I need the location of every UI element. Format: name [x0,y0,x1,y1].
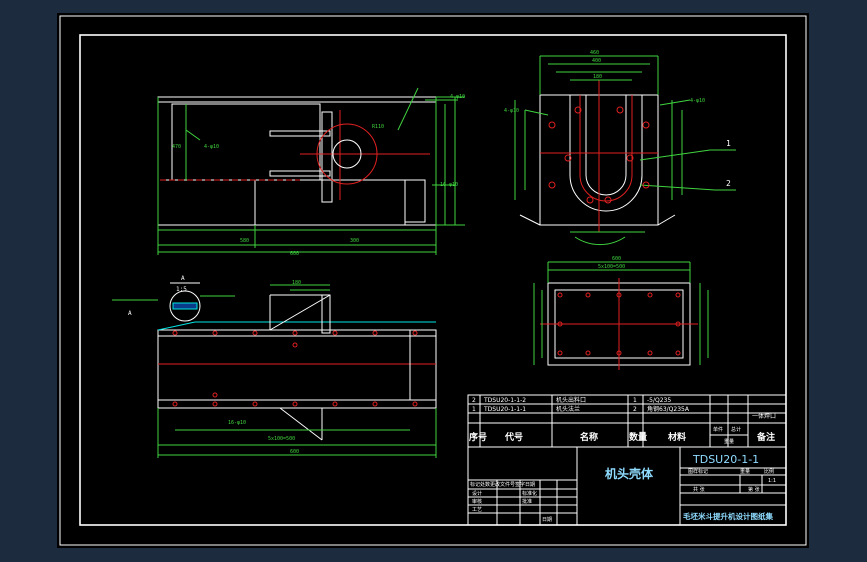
bottom-dim-total: 600 [290,449,299,455]
part-2-qty: 1 [633,397,637,404]
leader-1: 1 [726,139,731,148]
front-hole-note: 4-φ10 [204,144,219,150]
part-1-code: TDSU20-1-1-1 [483,406,526,413]
part-1-note: 一体焊口 [752,412,776,420]
scale-value: 1:1 [768,478,776,484]
front-dim-total: 600 [290,251,299,257]
header-weight: 重量 [724,438,734,445]
std-label: 标准化 [522,490,537,497]
front-hole-note-2: 16-φ10 [440,182,458,188]
drawing-name: 机头壳体 [605,466,654,481]
part-1-qty: 2 [633,406,637,413]
front-dim-300: 300 [350,238,359,244]
company-name: 毛坯米斗提升机设计图纸集 [683,511,773,521]
weld-mark: A [128,310,132,317]
part-1-material: 角钢63/Q235A [647,405,690,413]
sheet-no: 第 张 [748,486,760,493]
header-unit-weight: 单件 [713,426,723,433]
approve-label: 批准 [522,498,532,505]
front-dim-r: R110 [372,124,384,130]
part-2-code: TDSU20-1-1-2 [483,397,526,404]
rev-labels: 标记处数更改文件号签字日期 [470,481,535,488]
header-material: 材料 [667,431,686,443]
plan-dim-len: 5x100=500 [598,264,625,270]
side-dim-400: 400 [592,58,601,64]
header-qty: 数量 [629,431,647,443]
bottom-hole-note: 16-φ10 [228,420,246,426]
leader-2: 2 [726,179,731,188]
scale-label: 比例 [764,468,774,475]
bottom-dim-180: 180 [292,280,301,286]
sheet-label: 共 张 [693,486,705,493]
part-2-name: 机头出料口 [556,396,586,404]
part-1-no: 1 [472,406,476,413]
front-dim-inner: 580 [240,238,249,244]
date-label: 日期 [542,517,552,523]
header-name: 名称 [580,431,598,443]
front-dim-470: 470 [172,144,181,150]
bottom-dim-520: 5x100=500 [268,436,295,442]
check-label: 审核 [472,498,482,505]
side-hole-note-2: 4-φ10 [690,98,705,104]
front-weld: 4-φ10 [450,94,465,100]
process-label: 工艺 [472,507,482,513]
side-dim-460: 460 [590,50,599,56]
header-total-weight: 总计 [731,426,741,433]
part-2-material: -5/Q235 [647,397,671,404]
part-1-name: 机头法兰 [556,405,580,413]
header-no: 序号 [469,431,487,443]
weight-label: 重量 [740,468,750,475]
cad-viewport[interactable]: 600 580 300 470 4-φ10 R110 16-φ10 4-φ10 [0,0,867,562]
detail-a-label: A [181,275,185,282]
stage-label: 图样标记 [688,468,708,475]
detail-a-scale: 1:5 [176,286,187,293]
design-label: 设计 [472,490,482,497]
header-code: 代号 [504,431,523,443]
part-2-no: 2 [472,397,476,404]
side-dim-180: 180 [593,74,602,80]
side-hole-note: 4-φ10 [504,108,519,114]
header-note: 备注 [756,431,775,443]
plan-dim-total: 600 [612,256,621,262]
drawing-code: TDSU20-1-1 [692,453,759,466]
